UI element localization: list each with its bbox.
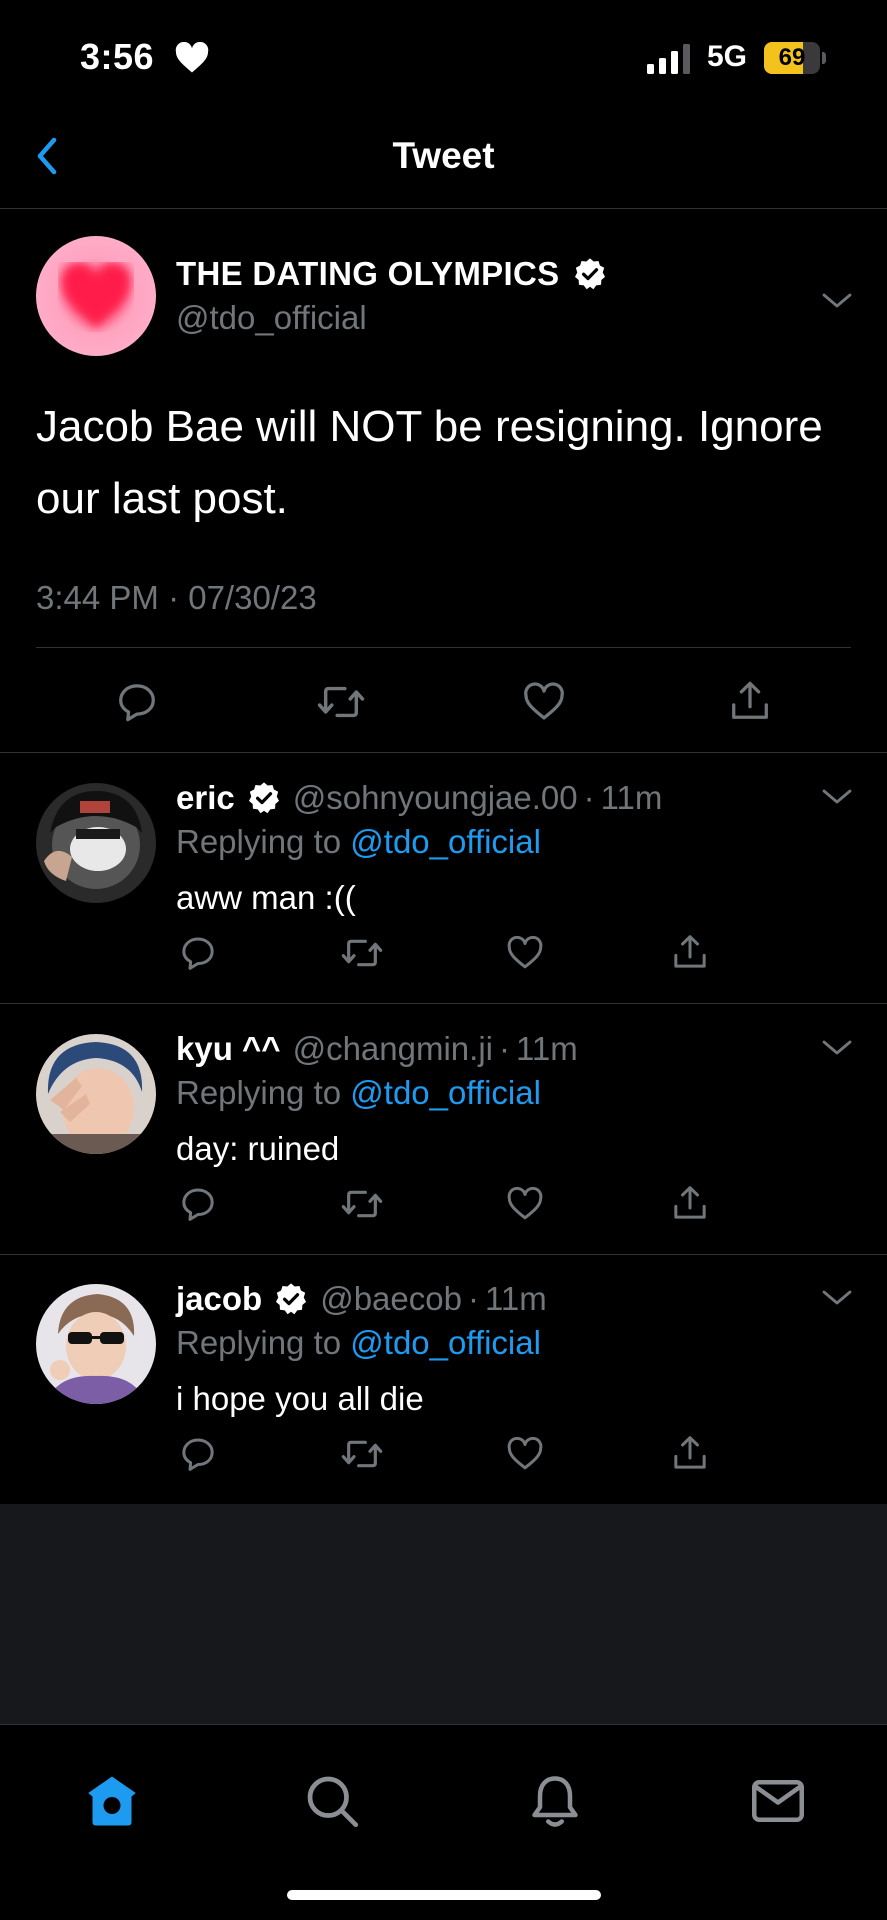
author-handle[interactable]: @tdo_official: [176, 299, 367, 337]
retweet-icon[interactable]: [340, 1184, 384, 1224]
like-icon[interactable]: [505, 1184, 545, 1224]
chevron-down-icon[interactable]: [820, 1286, 854, 1308]
verified-badge-icon: [248, 782, 279, 814]
reply-text: i hope you all die: [176, 1380, 424, 1417]
battery-cap: [822, 52, 826, 64]
page-title: Tweet: [392, 135, 495, 176]
home-icon[interactable]: [82, 1771, 142, 1831]
reply-author-handle[interactable]: @changmin.ji: [293, 1030, 493, 1068]
share-icon[interactable]: [670, 1432, 710, 1474]
reply-text: aww man :((: [176, 879, 356, 916]
replying-to-prefix: Replying to: [176, 1074, 342, 1111]
divider: [36, 647, 851, 648]
battery-percent: 69: [778, 44, 806, 71]
reply-actions: [0, 1434, 887, 1484]
avatar[interactable]: [36, 1034, 156, 1154]
status-bar: 3:56 5G 69: [0, 0, 887, 110]
reply-header: kyu ^^ @changmin.ji · 11m: [176, 1030, 578, 1068]
share-icon[interactable]: [670, 1182, 710, 1224]
like-icon[interactable]: [521, 679, 567, 725]
avatar[interactable]: [36, 783, 156, 903]
empty-feed-area: [0, 1504, 887, 1724]
nav-header: Tweet: [0, 110, 887, 209]
reply-item[interactable]: eric @sohnyoungjae.00 · 11m Replying to …: [0, 753, 887, 1004]
avatar[interactable]: [36, 236, 156, 356]
home-indicator[interactable]: [287, 1890, 601, 1900]
retweet-icon[interactable]: [316, 679, 366, 725]
like-icon[interactable]: [505, 933, 545, 973]
reply-icon[interactable]: [178, 1434, 218, 1474]
chevron-down-icon[interactable]: [820, 289, 854, 311]
search-icon[interactable]: [302, 1771, 362, 1831]
reply-icon[interactable]: [114, 679, 160, 725]
status-time: 3:56: [80, 36, 155, 77]
replying-to-prefix: Replying to: [176, 823, 342, 860]
avatar[interactable]: [36, 1284, 156, 1404]
replying-to: Replying to @tdo_official: [176, 1074, 541, 1112]
reply-time: 11m: [484, 1280, 547, 1317]
tweet-detail-screen: 3:56 5G 69 Tweet THE DATING OLYMPICS @td…: [0, 0, 887, 1920]
like-icon[interactable]: [505, 1434, 545, 1474]
cellular-signal-icon: [647, 44, 690, 74]
reply-author-name[interactable]: eric: [176, 779, 235, 817]
avatar-photo: [36, 783, 156, 903]
battery-indicator: 69: [764, 42, 826, 74]
reply-item[interactable]: kyu ^^ @changmin.ji · 11m Replying to @t…: [0, 1004, 887, 1255]
reply-time: 11m: [600, 779, 663, 816]
reply-header: eric @sohnyoungjae.00 · 11m: [176, 779, 662, 817]
battery-body: 69: [764, 42, 820, 74]
reply-author-name[interactable]: kyu ^^: [176, 1030, 281, 1068]
reply-author-handle[interactable]: @sohnyoungjae.00: [293, 779, 578, 817]
reply-text: day: ruined: [176, 1130, 340, 1167]
replying-to-link[interactable]: @tdo_official: [350, 1074, 541, 1111]
reply-icon[interactable]: [178, 933, 218, 973]
heart-icon: [175, 42, 209, 73]
tweet-text: Jacob Bae will NOT be resigning. Ignore …: [36, 402, 823, 523]
messages-icon[interactable]: [748, 1771, 808, 1831]
tweet-actions: [0, 673, 887, 733]
chevron-down-icon[interactable]: [820, 1036, 854, 1058]
heart-avatar-image: [60, 262, 132, 329]
main-tweet: THE DATING OLYMPICS @tdo_official Jacob …: [0, 209, 887, 753]
replying-to: Replying to @tdo_official: [176, 1324, 541, 1362]
retweet-icon[interactable]: [340, 933, 384, 973]
reply-item[interactable]: jacob @baecob · 11m Replying to @tdo_off…: [0, 1254, 887, 1504]
avatar-photo: [36, 1284, 156, 1404]
separator-dot: ·: [499, 1030, 510, 1067]
retweet-icon[interactable]: [340, 1434, 384, 1474]
verified-badge-icon: [276, 1283, 307, 1315]
reply-author-name[interactable]: jacob: [176, 1280, 262, 1318]
replying-to-link[interactable]: @tdo_official: [350, 823, 541, 860]
reply-author-handle[interactable]: @baecob: [320, 1280, 462, 1318]
reply-actions: [0, 1184, 887, 1234]
share-icon[interactable]: [670, 931, 710, 973]
verified-badge-icon: [575, 258, 606, 290]
reply-header: jacob @baecob · 11m: [176, 1280, 547, 1318]
tweet-timestamp[interactable]: 3:44 PM · 07/30/23: [36, 579, 317, 617]
separator-dot: ·: [467, 1280, 479, 1317]
replying-to: Replying to @tdo_official: [176, 823, 541, 861]
separator-dot: ·: [583, 779, 595, 816]
author-name[interactable]: THE DATING OLYMPICS: [176, 255, 559, 293]
replying-to-link[interactable]: @tdo_official: [350, 1324, 541, 1361]
reply-icon[interactable]: [178, 1184, 218, 1224]
reply-actions: [0, 933, 887, 983]
replying-to-prefix: Replying to: [176, 1324, 342, 1361]
author-row: THE DATING OLYMPICS: [176, 255, 607, 293]
avatar-photo: [36, 1034, 156, 1154]
chevron-down-icon[interactable]: [820, 785, 854, 807]
network-type: 5G: [707, 40, 748, 73]
notifications-icon[interactable]: [525, 1771, 585, 1831]
reply-time: 11m: [516, 1030, 578, 1067]
share-icon[interactable]: [727, 677, 773, 725]
